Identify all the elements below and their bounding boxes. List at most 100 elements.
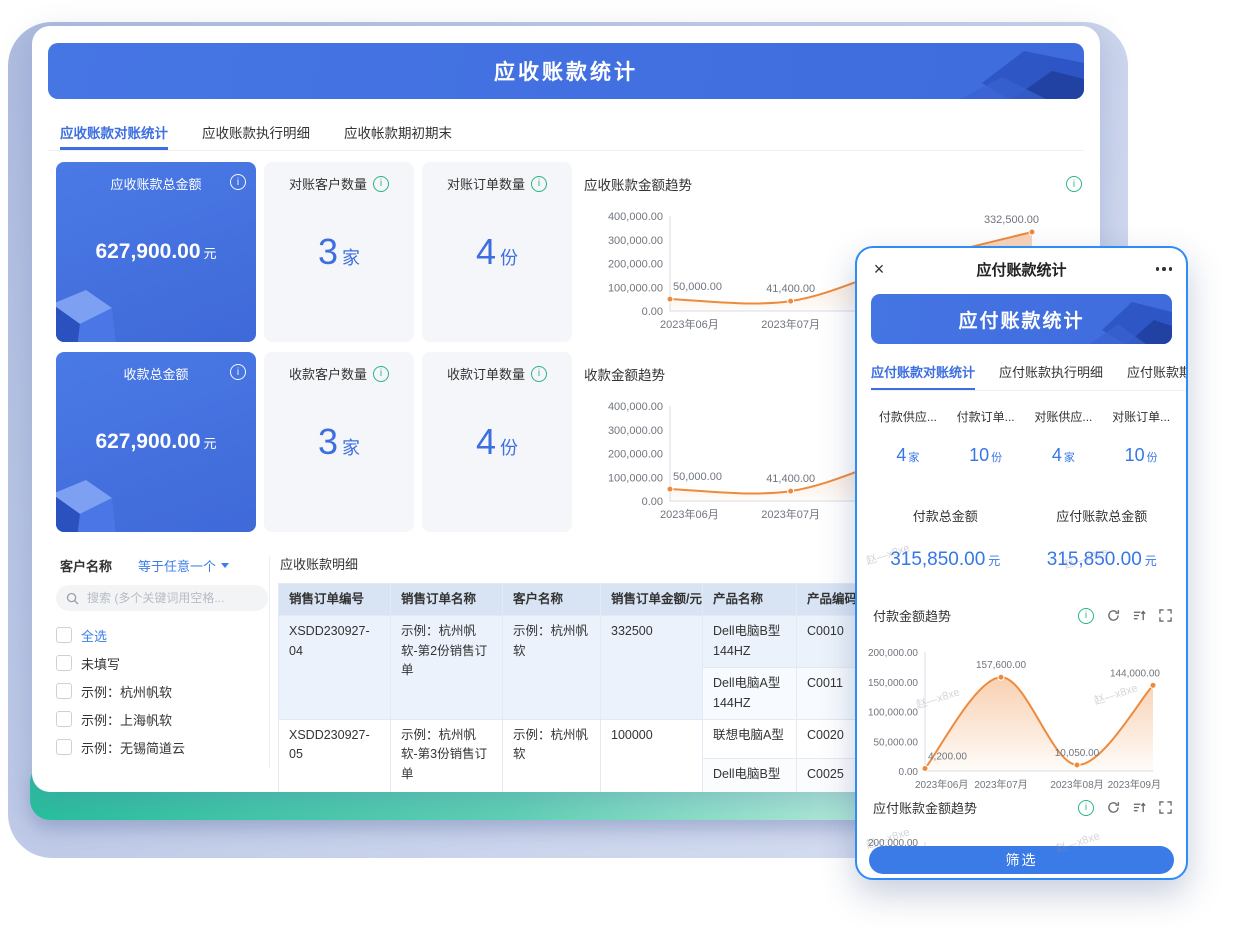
refresh-icon[interactable] xyxy=(1107,801,1120,814)
chart-title: 付款金额趋势 xyxy=(873,606,951,625)
tab-receivable-period-balance[interactable]: 应收帐款期初期末 xyxy=(344,114,452,150)
header-ribbon-decoration xyxy=(924,43,1084,99)
svg-text:50,000.00: 50,000.00 xyxy=(673,471,722,483)
customer-filter-panel: 客户名称 等于任意一个 全选 未填写 示例：杭州帆软 示例：上海帆软 示例：无锡… xyxy=(56,546,268,761)
svg-text:100,000.00: 100,000.00 xyxy=(868,708,918,719)
info-icon[interactable]: i xyxy=(1078,800,1094,816)
filter-button[interactable]: 筛选 xyxy=(869,846,1174,874)
svg-text:2023年07月: 2023年07月 xyxy=(761,317,820,331)
filter-option-shanghai[interactable]: 示例：上海帆软 xyxy=(56,705,268,733)
filter-search-box xyxy=(56,585,268,611)
close-icon[interactable]: × xyxy=(857,259,901,280)
dashboard-header: 应收账款统计 xyxy=(48,43,1084,99)
tab-label: 应付账款期初期末 xyxy=(1127,365,1186,380)
cell-product-name: Dell电脑B型 144HZ xyxy=(703,616,797,668)
cube-decoration xyxy=(56,468,118,532)
chevron-down-icon xyxy=(221,563,229,568)
svg-text:2023年06月: 2023年06月 xyxy=(915,778,968,791)
banner-ribbon-decoration xyxy=(1072,294,1172,344)
cell-order-no: XSDD230927-05 xyxy=(279,719,391,792)
payment-trend-header: 付款金额趋势 i xyxy=(873,606,1172,625)
count-text: 4 xyxy=(476,421,496,462)
more-icon[interactable] xyxy=(1142,267,1186,271)
vertical-divider xyxy=(269,556,270,768)
svg-text:2023年09月: 2023年09月 xyxy=(1108,778,1161,791)
info-icon[interactable]: i xyxy=(531,366,547,382)
info-icon[interactable]: i xyxy=(373,366,389,382)
cell-order-name: 示例：杭州帆软-第3份销售订单 xyxy=(391,719,503,792)
option-label: 示例：上海帆软 xyxy=(81,710,172,729)
main-tabs: 应收账款对账统计 应收账款执行明细 应收帐款期初期末 xyxy=(48,114,1084,151)
unit-text: 家 xyxy=(342,438,360,458)
search-input[interactable] xyxy=(85,590,249,606)
option-label: 示例：杭州帆软 xyxy=(81,682,172,701)
mini-value: 4 xyxy=(896,445,906,465)
stat-label: 对账客户数量 xyxy=(289,174,367,193)
stat-value: 4份 xyxy=(422,231,572,273)
operator-label: 等于任意一个 xyxy=(138,556,216,575)
sort-icon[interactable] xyxy=(1133,801,1146,814)
screen: 应收账款统计 应收账款对账统计 应收账款执行明细 应收帐款期初期末 应收账款总金… xyxy=(0,0,1238,948)
page-title: 应收账款统计 xyxy=(494,56,638,86)
tab-receivable-execution-detail[interactable]: 应收账款执行明细 xyxy=(202,114,310,150)
checkbox[interactable] xyxy=(56,711,72,727)
svg-text:200,000.00: 200,000.00 xyxy=(608,259,663,271)
filter-option-empty[interactable]: 未填写 xyxy=(56,649,268,677)
unit-text: 份 xyxy=(500,438,518,458)
svg-text:0.00: 0.00 xyxy=(642,496,663,508)
total-label: 应付账款总金额 xyxy=(1024,506,1181,525)
svg-text:41,400.00: 41,400.00 xyxy=(766,283,815,295)
cell-customer: 示例：杭州帆软 xyxy=(503,616,601,720)
info-icon[interactable]: i xyxy=(1078,608,1094,624)
svg-text:2023年07月: 2023年07月 xyxy=(974,778,1027,791)
unit-text: 元 xyxy=(204,436,217,451)
expand-icon[interactable] xyxy=(1159,609,1172,622)
filter-operator-dropdown[interactable]: 等于任意一个 xyxy=(138,556,229,575)
stat-card-receivable-total: 应收账款总金额 i 627,900.00元 xyxy=(56,162,256,342)
sort-icon[interactable] xyxy=(1133,609,1146,622)
svg-text:50,000.00: 50,000.00 xyxy=(673,281,722,293)
info-icon[interactable]: i xyxy=(531,176,547,192)
info-icon[interactable]: i xyxy=(373,176,389,192)
filter-option-hangzhou[interactable]: 示例：杭州帆软 xyxy=(56,677,268,705)
mini-value: 10 xyxy=(1125,445,1145,465)
filter-option-wuxi[interactable]: 示例：无锡简道云 xyxy=(56,733,268,761)
unit-text: 份 xyxy=(500,248,518,268)
checkbox[interactable] xyxy=(56,655,72,671)
checkbox[interactable] xyxy=(56,627,72,643)
info-icon[interactable]: i xyxy=(1066,176,1082,192)
stat-value: 627,900.00元 xyxy=(56,240,256,264)
payable-modal: × 应付账款统计 应付账款统计 应付账款对账统计 应付账款执行明细 应付账款期初… xyxy=(855,246,1188,880)
stat-card-receipt-total: 收款总金额 i 627,900.00元 xyxy=(56,352,256,532)
tab-payable-execution-detail[interactable]: 应付账款执行明细 xyxy=(999,356,1103,390)
svg-text:2023年08月: 2023年08月 xyxy=(1050,778,1103,791)
total-value: 315,850.00 xyxy=(890,549,985,570)
info-icon[interactable]: i xyxy=(230,174,246,190)
svg-text:10,050.00: 10,050.00 xyxy=(1055,748,1100,759)
mini-value: 4 xyxy=(1052,445,1062,465)
tab-receivable-reconcile-stats[interactable]: 应收账款对账统计 xyxy=(60,114,168,150)
checkbox[interactable] xyxy=(56,739,72,755)
stat-card-receipt-orders: 收款订单数量i 4份 xyxy=(422,352,572,532)
modal-totals: 付款总金额315,850.00元 应付账款总金额315,850.00元 xyxy=(867,506,1180,571)
mini-label: 对账供应... xyxy=(1025,408,1103,425)
expand-icon[interactable] xyxy=(1159,801,1172,814)
mini-label: 对账订单... xyxy=(1102,408,1180,425)
checkbox[interactable] xyxy=(56,683,72,699)
svg-text:0.00: 0.00 xyxy=(899,767,919,778)
col-product-name: 产品名称 xyxy=(703,584,797,616)
option-label: 示例：无锡简道云 xyxy=(81,738,185,757)
refresh-icon[interactable] xyxy=(1107,609,1120,622)
tab-payable-reconcile-stats[interactable]: 应付账款对账统计 xyxy=(871,356,975,390)
info-icon[interactable]: i xyxy=(230,364,246,380)
mini-stat-pay-orders: 付款订单...10份 xyxy=(947,408,1025,466)
tab-label: 应收账款执行明细 xyxy=(202,122,310,142)
svg-text:0.00: 0.00 xyxy=(642,306,663,318)
option-label: 未填写 xyxy=(81,654,120,673)
svg-text:200,000.00: 200,000.00 xyxy=(868,648,918,659)
filter-option-select-all[interactable]: 全选 xyxy=(56,621,268,649)
stat-value: 627,900.00元 xyxy=(56,430,256,454)
svg-text:400,000.00: 400,000.00 xyxy=(608,211,663,223)
cell-customer: 示例：杭州帆软 xyxy=(503,719,601,792)
tab-payable-period-balance[interactable]: 应付账款期初期末 xyxy=(1127,356,1186,390)
